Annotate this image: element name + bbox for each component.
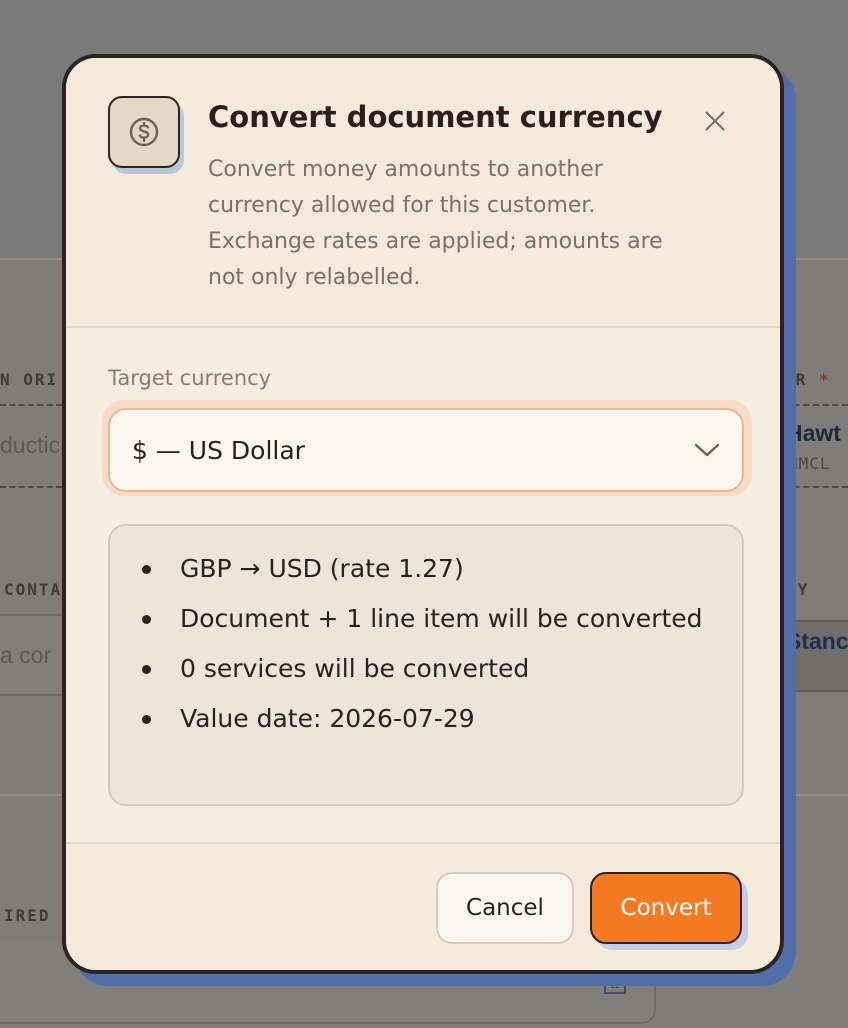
close-button[interactable] — [702, 108, 728, 134]
target-currency-select[interactable]: $ — US Dollar — [108, 408, 744, 492]
summary-item: Document + 1 line item will be converted — [140, 600, 722, 638]
background-label-left-3: IRED — [4, 906, 51, 925]
background-dashed-line — [0, 486, 62, 488]
background-label-left-2: CONTA — [4, 580, 63, 599]
background-field-left-1: ductic — [0, 432, 61, 458]
summary-item: GBP → USD (rate 1.27) — [140, 550, 722, 588]
convert-currency-dialog: Convert document currency Convert money … — [62, 54, 784, 974]
close-icon — [705, 111, 725, 131]
dialog-description: Convert money amounts to another currenc… — [208, 157, 663, 290]
dialog-header: Convert document currency Convert money … — [66, 58, 780, 328]
background-dashed-line — [0, 404, 62, 406]
convert-button[interactable]: Convert — [590, 872, 742, 944]
conversion-summary: GBP → USD (rate 1.27) Document + 1 line … — [108, 524, 744, 806]
dollar-circle-icon — [108, 96, 180, 168]
summary-item: 0 services will be converted — [140, 650, 722, 688]
chevron-down-icon — [694, 443, 720, 457]
summary-item: Value date: 2026-07-29 — [140, 700, 722, 738]
cancel-button[interactable]: Cancel — [436, 872, 574, 944]
target-currency-label: Target currency — [108, 366, 272, 390]
background-contact-placeholder: a cor — [0, 642, 52, 668]
background-label-left-1: N ORI — [0, 370, 59, 389]
background-divider — [0, 794, 62, 796]
target-currency-value: $ — US Dollar — [132, 435, 305, 465]
dialog-title: Convert document currency — [208, 100, 663, 134]
